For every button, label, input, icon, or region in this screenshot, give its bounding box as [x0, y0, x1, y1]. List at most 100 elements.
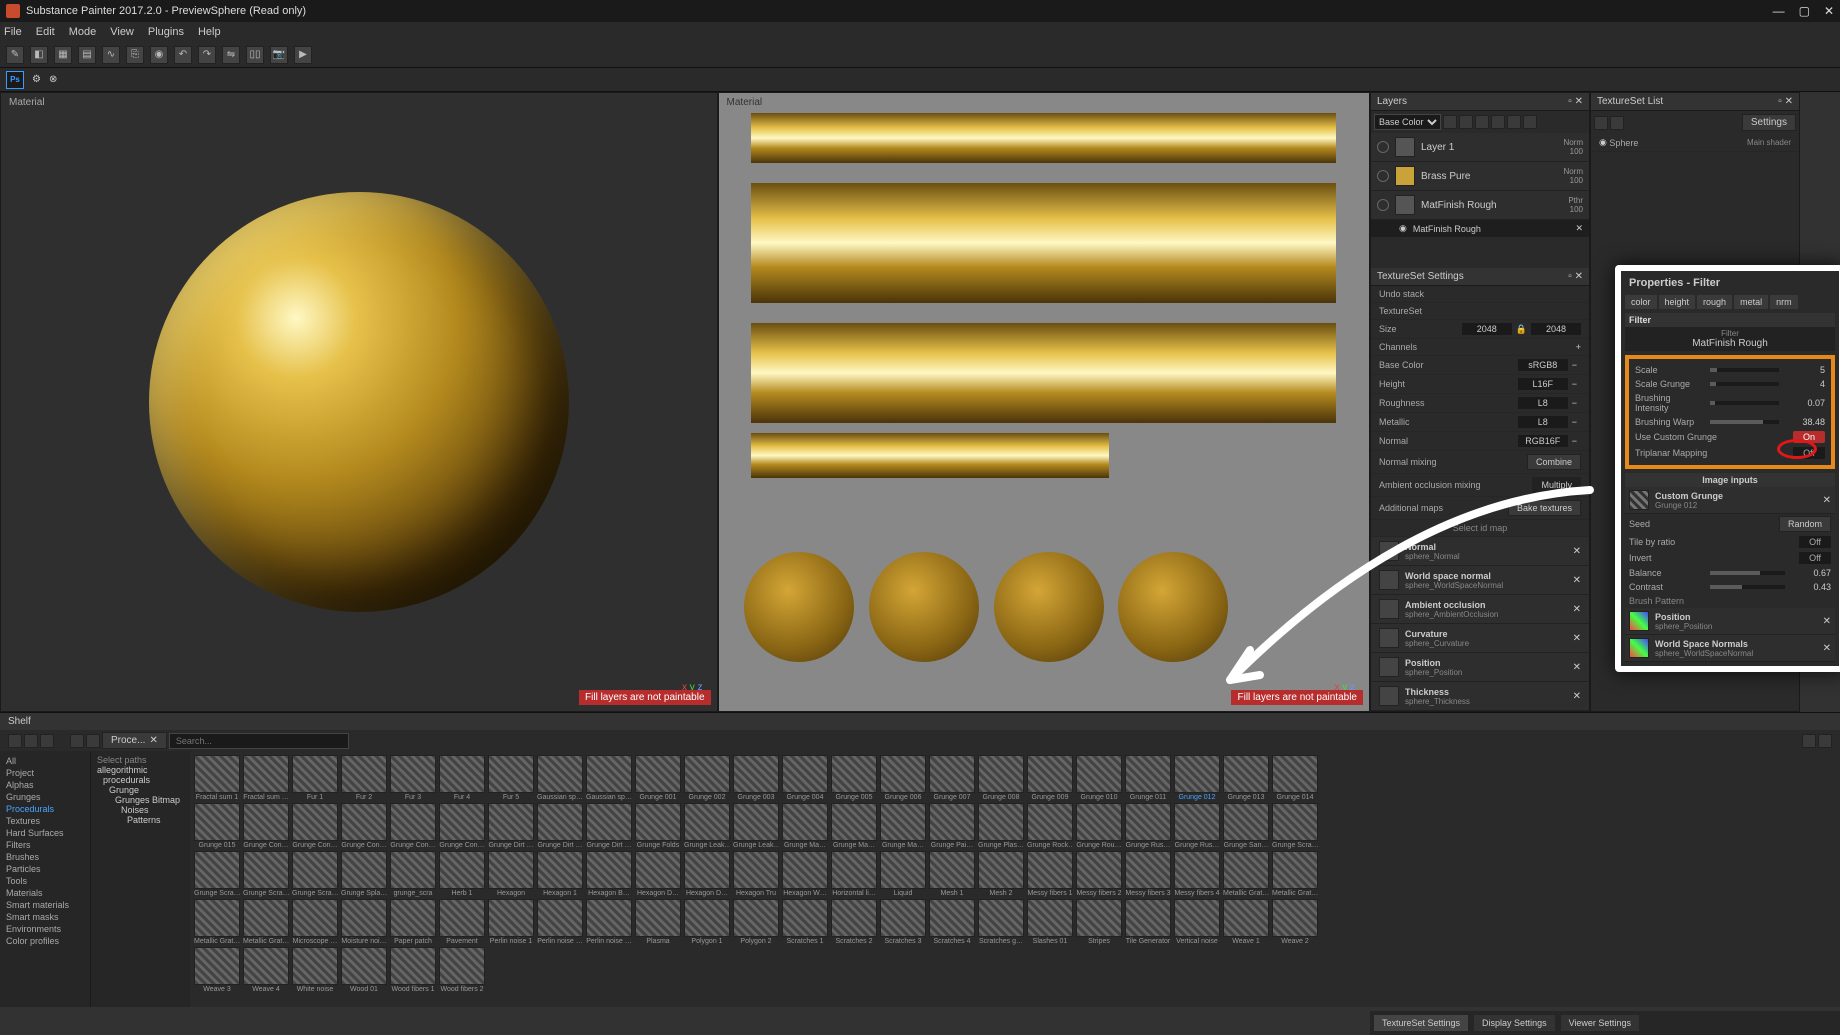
- shelf-item[interactable]: Grunge Ma…: [880, 803, 926, 849]
- shelf-item[interactable]: Grunge Dirt …: [537, 803, 583, 849]
- settings-icon[interactable]: ⊗: [49, 74, 57, 85]
- shelf-breadcrumb[interactable]: Proce... ✕: [102, 732, 167, 749]
- shelf-item[interactable]: Hexagon D…: [684, 851, 730, 897]
- clear-icon[interactable]: ✕: [1823, 616, 1831, 627]
- shelf-item[interactable]: Polygon 2: [733, 899, 779, 945]
- tab-color[interactable]: color: [1625, 295, 1657, 309]
- redo-icon[interactable]: ↷: [198, 46, 216, 64]
- shelf-item[interactable]: Perlin noise …: [537, 899, 583, 945]
- shelf-item[interactable]: Grunge 008: [978, 755, 1024, 801]
- shelf-item[interactable]: Microscope …: [292, 899, 338, 945]
- clear-map-icon[interactable]: ✕: [1573, 662, 1581, 673]
- shelf-item[interactable]: Grunge Pai…: [929, 803, 975, 849]
- add-channel-icon[interactable]: +: [1576, 342, 1581, 352]
- close-button[interactable]: ✕: [1824, 4, 1834, 18]
- shelf-item[interactable]: Fur 1: [292, 755, 338, 801]
- textureset-item[interactable]: ◉ Sphere Main shader: [1591, 134, 1799, 152]
- clear-map-icon[interactable]: ✕: [1573, 691, 1581, 702]
- shelf-btn-icon[interactable]: [24, 734, 38, 748]
- filter-slot[interactable]: Filter MatFinish Rough: [1625, 327, 1835, 351]
- channel-row[interactable]: Base ColorsRGB8−: [1371, 356, 1589, 375]
- param-scale-grunge[interactable]: Scale Grunge4: [1631, 377, 1829, 391]
- shelf-category[interactable]: Smart materials: [6, 899, 84, 911]
- shelf-item[interactable]: Grunge 006: [880, 755, 926, 801]
- shelf-item[interactable]: Metallic Grat…: [194, 899, 240, 945]
- shelf-item[interactable]: Gaussian sp…: [586, 755, 632, 801]
- shelf-nav-back-icon[interactable]: [70, 734, 84, 748]
- map-row[interactable]: Thicknesssphere_Thickness✕: [1371, 682, 1589, 711]
- shelf-item[interactable]: Horizontal li…: [831, 851, 877, 897]
- shelf-item[interactable]: Grunge 002: [684, 755, 730, 801]
- shelf-item[interactable]: Grunge Rus…: [1174, 803, 1220, 849]
- shelf-item[interactable]: Fractal sum 1: [194, 755, 240, 801]
- map-row[interactable]: Curvaturesphere_Curvature✕: [1371, 624, 1589, 653]
- layer-row[interactable]: MatFinish RoughPthr100: [1371, 191, 1589, 220]
- shelf-item[interactable]: Grunge Dirt …: [488, 803, 534, 849]
- tab-viewer-settings[interactable]: Viewer Settings: [1561, 1015, 1639, 1031]
- shelf-item[interactable]: Grunge Scra…: [194, 851, 240, 897]
- shelf-category[interactable]: Alphas: [6, 779, 84, 791]
- seed-row[interactable]: SeedRandom: [1625, 514, 1835, 534]
- shelf-item[interactable]: Grunge Con…: [390, 803, 436, 849]
- normal-mixing-row[interactable]: Normal mixingCombine: [1371, 451, 1589, 474]
- tool-polyfill-icon[interactable]: ▤: [78, 46, 96, 64]
- eye-icon[interactable]: ◉: [1599, 137, 1607, 148]
- channel-row[interactable]: HeightL16F−: [1371, 375, 1589, 394]
- channel-row[interactable]: NormalRGB16F−: [1371, 432, 1589, 451]
- balance-row[interactable]: Balance0.67: [1625, 566, 1835, 580]
- shelf-item[interactable]: Perlin noise 1: [488, 899, 534, 945]
- shelf-item[interactable]: Plasma: [635, 899, 681, 945]
- tile-row[interactable]: Tile by ratioOff: [1625, 534, 1835, 550]
- shelf-item[interactable]: Metallic Grat…: [243, 899, 289, 945]
- tool-smudge-icon[interactable]: ∿: [102, 46, 120, 64]
- clear-icon[interactable]: ✕: [1823, 495, 1831, 506]
- map-row[interactable]: Normalsphere_Normal✕: [1371, 537, 1589, 566]
- eye-icon[interactable]: [1377, 170, 1389, 182]
- shelf-item[interactable]: Messy fibers 4: [1174, 851, 1220, 897]
- add-paint-icon[interactable]: [1459, 115, 1473, 129]
- shelf-item[interactable]: Paper patch: [390, 899, 436, 945]
- menu-file[interactable]: File: [4, 26, 22, 38]
- menu-plugins[interactable]: Plugins: [148, 26, 184, 38]
- menu-view[interactable]: View: [110, 26, 134, 38]
- channel-dropdown[interactable]: Base Color: [1374, 114, 1441, 130]
- layer-blend[interactable]: Norm100: [1563, 138, 1583, 156]
- shelf-item[interactable]: Grunge Leak…: [733, 803, 779, 849]
- shelf-item[interactable]: Perlin noise …: [586, 899, 632, 945]
- shelf-item[interactable]: Grunge 014: [1272, 755, 1318, 801]
- shelf-item[interactable]: Grunge Con…: [292, 803, 338, 849]
- shelf-tree-item[interactable]: Grunge: [97, 785, 184, 795]
- shelf-category[interactable]: All: [6, 755, 84, 767]
- channel-row[interactable]: MetallicL8−: [1371, 413, 1589, 432]
- layer-effect[interactable]: ◉ MatFinish Rough ✕: [1371, 220, 1589, 237]
- invert-row[interactable]: InvertOff: [1625, 550, 1835, 566]
- shelf-item[interactable]: Weave 4: [243, 947, 289, 993]
- size-row[interactable]: Size 2048 🔒 2048: [1371, 320, 1589, 339]
- tool-eraser-icon[interactable]: ◧: [30, 46, 48, 64]
- shelf-category[interactable]: Textures: [6, 815, 84, 827]
- layer-blend[interactable]: Pthr100: [1568, 196, 1583, 214]
- shelf-item[interactable]: Grunge San…: [1223, 803, 1269, 849]
- shelf-item[interactable]: Slashes 01: [1027, 899, 1073, 945]
- bake-button[interactable]: Bake textures: [1508, 500, 1581, 516]
- shelf-item[interactable]: Grunge Ma…: [831, 803, 877, 849]
- shelf-tree-item[interactable]: Grunges Bitmap: [97, 795, 184, 805]
- shelf-item[interactable]: Grunge 004: [782, 755, 828, 801]
- param-triplanar[interactable]: Triplanar MappingOff: [1631, 445, 1829, 461]
- shelf-item[interactable]: Grunge Plas…: [978, 803, 1024, 849]
- shelf-category[interactable]: Color profiles: [6, 935, 84, 947]
- shelf-item[interactable]: Wood fibers 1: [390, 947, 436, 993]
- shelf-item[interactable]: Grunge Rock…: [1027, 803, 1073, 849]
- tool-brush-icon[interactable]: ✎: [6, 46, 24, 64]
- shelf-category[interactable]: Project: [6, 767, 84, 779]
- shelf-category[interactable]: Tools: [6, 875, 84, 887]
- shelf-item[interactable]: Fur 5: [488, 755, 534, 801]
- shelf-item[interactable]: Grunge Rou…: [1076, 803, 1122, 849]
- shelf-item[interactable]: Grunge Scra…: [243, 851, 289, 897]
- shelf-item[interactable]: Mesh 2: [978, 851, 1024, 897]
- shelf-category[interactable]: Brushes: [6, 851, 84, 863]
- shelf-item[interactable]: Scratches 4: [929, 899, 975, 945]
- undo-stack-row[interactable]: Undo stack: [1371, 286, 1589, 303]
- shelf-item[interactable]: Scratches 3: [880, 899, 926, 945]
- param-use-custom[interactable]: Use Custom GrungeOn: [1631, 429, 1829, 445]
